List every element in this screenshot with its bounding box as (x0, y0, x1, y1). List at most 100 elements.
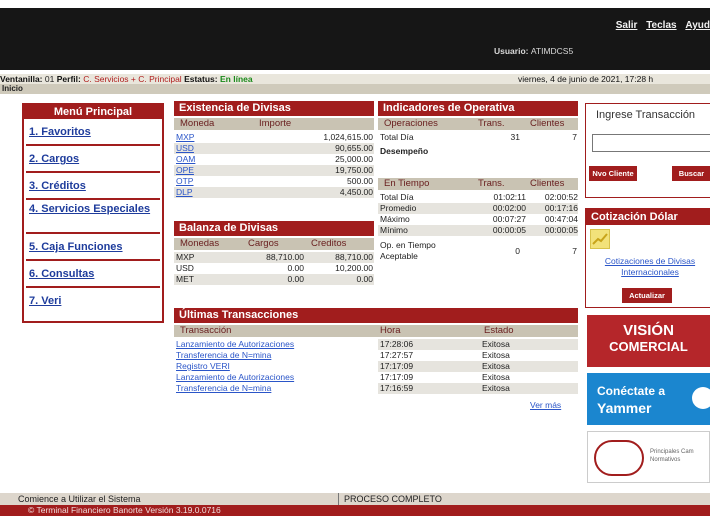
update-button[interactable]: Actualizar (622, 288, 672, 303)
transaction-status: Exitosa (482, 350, 510, 360)
tiempo-label: Mínimo (380, 225, 408, 235)
vision-comercial-banner[interactable]: VISIÓN COMERCIAL (587, 315, 710, 367)
footer-center-text: PROCESO COMPLETO (344, 494, 442, 504)
existencia-header: Moneda Importe (174, 118, 374, 130)
existencia-amount: 19,750.00 (335, 165, 373, 175)
tiempo-clientes: 00:00:05 (544, 225, 578, 235)
estatus-label: Estatus: (184, 74, 218, 84)
menu-item-veri[interactable]: 7. Veri (26, 288, 160, 315)
transaction-entry-title: Ingrese Transacción (596, 109, 696, 121)
existencia-currency[interactable]: DLP (176, 187, 193, 198)
transaction-link[interactable]: Registro VERI (176, 361, 230, 372)
existencia-amount: 4,450.00 (339, 187, 373, 197)
balanza-currency: USD (176, 263, 194, 273)
new-client-button[interactable]: Nvo Cliente (589, 166, 637, 181)
balanza-title: Balanza de Divisas (174, 221, 374, 236)
menu-item-caja[interactable]: 5. Caja Funciones (26, 234, 160, 261)
search-button[interactable]: Buscar (672, 166, 710, 181)
tiempo-label: Máximo (380, 214, 410, 224)
ind-col-operaciones: Operaciones (384, 118, 438, 129)
help-link[interactable]: Ayud (685, 20, 710, 31)
banner-yammer-line1: Conéctate a (597, 384, 666, 398)
tiempo-clientes: 00:17:16 (544, 203, 578, 213)
transaction-status: Exitosa (482, 361, 510, 371)
usd-quote-panel: Cotización Dólar Cotizaciones de Divisas… (585, 208, 710, 308)
banner-yammer-line2: Yammer (597, 400, 652, 416)
existencia-amount: 90,655.00 (335, 143, 373, 153)
ultimas-col-estado: Estado (484, 325, 514, 336)
footer-left-text: Comience a Utilizar el Sistema (18, 494, 141, 504)
transaction-link[interactable]: Lanzamiento de Autorizaciones (176, 339, 294, 350)
tiempo-label: Promedio (380, 203, 417, 213)
transaction-status: Exitosa (482, 372, 510, 382)
transaction-status: Exitosa (482, 383, 510, 393)
balanza-creditos: 0.00 (356, 274, 373, 284)
user-value: ATIMDCS5 (530, 46, 574, 56)
ultimas-header: Transacción Hora Estado (174, 325, 578, 337)
menu-item-favoritos[interactable]: 1. Favoritos (26, 119, 160, 146)
indicadores-header: Operaciones Trans. Clientes (378, 118, 578, 130)
estatus-value: En línea (220, 74, 253, 84)
balanza-cargos: 0.00 (287, 263, 304, 273)
ultimas-col-hora: Hora (380, 325, 401, 336)
existencia-amount: 1,024,615.00 (323, 132, 373, 142)
user-label: Usuario: (494, 46, 529, 56)
menu-item-cargos[interactable]: 2. Cargos (26, 146, 160, 173)
perfil-label: Perfil: (56, 74, 81, 84)
transaction-time: 17:28:06 (380, 339, 414, 349)
existencia-title: Existencia de Divisas (174, 101, 374, 116)
transaction-link[interactable]: Transferencia de N=mina (176, 350, 271, 361)
existencia-col-importe: Importe (259, 118, 292, 129)
desempeno-label: Desempeño (380, 146, 429, 156)
ind-col-clientes: Clientes (530, 118, 565, 129)
ind-col-trans: Trans. (478, 118, 505, 129)
existencia-currency[interactable]: OAM (176, 154, 195, 165)
normativos-logo-icon (594, 440, 644, 476)
top-header: Salir Teclas Ayud Usuario: ATIMDCS5 (0, 8, 710, 70)
transaction-link[interactable]: Transferencia de N=mina (176, 383, 271, 394)
transaction-link[interactable]: Lanzamiento de Autorizaciones (176, 372, 294, 383)
menu-item-servicios[interactable]: 4. Servicios Especiales (26, 200, 160, 234)
tiempo-header: En Tiempo Trans. Clientes (378, 178, 578, 190)
ultimas-title: Últimas Transacciones (174, 308, 578, 323)
balanza-creditos: 88,710.00 (335, 252, 373, 262)
menu-item-creditos[interactable]: 3. Créditos (26, 173, 160, 200)
balanza-col-cargos: Cargos (248, 238, 279, 249)
perfil-value: C. Servicios + C. Principal (83, 74, 182, 84)
transaction-input[interactable] (592, 134, 710, 152)
balanza-cargos: 0.00 (287, 274, 304, 284)
ind-total-label: Total Día (380, 132, 414, 142)
footer-divider (338, 493, 339, 505)
banner-vision-line2: COMERCIAL (609, 339, 688, 354)
banner-vision-line1: VISIÓN (623, 322, 674, 339)
footer-status: Comience a Utilizar el Sistema PROCESO C… (0, 493, 710, 505)
chart-icon (590, 229, 610, 249)
op-tiempo-clientes: 7 (572, 246, 577, 256)
tiempo-trans: 00:02:00 (492, 203, 526, 213)
ind-total-trans: 31 (510, 132, 520, 142)
tiempo-clientes: 00:47:04 (544, 214, 578, 224)
transaction-time: 17:17:09 (380, 372, 414, 382)
keys-link[interactable]: Teclas (646, 20, 676, 31)
ventanilla-label: Ventanilla: (0, 74, 43, 84)
menu-item-consultas[interactable]: 6. Consultas (26, 261, 160, 288)
transaction-status: Exitosa (482, 339, 510, 349)
existencia-currency[interactable]: OTP (176, 176, 193, 187)
yammer-banner[interactable]: Conéctate a Yammer (587, 373, 710, 425)
balanza-creditos: 10,200.00 (335, 263, 373, 273)
breadcrumb: Inicio (0, 84, 710, 94)
balanza-currency: MET (176, 274, 194, 284)
see-more-link[interactable]: Ver más (530, 400, 561, 411)
transaction-time: 17:16:59 (380, 383, 414, 393)
balanza-col-creditos: Creditos (311, 238, 347, 249)
logout-link[interactable]: Salir (616, 20, 638, 31)
existencia-currency[interactable]: OPE (176, 165, 194, 176)
op-tiempo-label: Op. en Tiempo Aceptable (380, 240, 436, 261)
existencia-currency[interactable]: USD (176, 143, 194, 154)
normativos-banner[interactable]: Principales Cam Normativos (587, 431, 710, 483)
existencia-currency[interactable]: MXP (176, 132, 194, 143)
ind-total-clientes: 7 (572, 132, 577, 142)
existencia-amount: 25,000.00 (335, 154, 373, 164)
currency-quotes-link[interactable]: Cotizaciones de Divisas Internacionales (590, 256, 710, 278)
ultimas-col-transaccion: Transacción (180, 325, 232, 336)
